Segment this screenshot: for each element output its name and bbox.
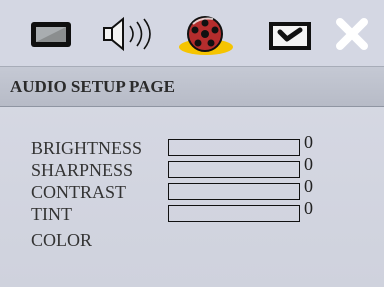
setting-label: COLOR (31, 230, 93, 250)
setting-label: CONTRAST (31, 182, 127, 202)
close-icon[interactable] (330, 14, 374, 54)
setting-label: SHARPNESS (31, 160, 134, 180)
tint-slider[interactable] (168, 205, 300, 222)
setting-value: 0 (304, 132, 313, 152)
page-title: AUDIO SETUP PAGE (10, 77, 175, 96)
setting-value: 0 (304, 176, 313, 196)
contrast-slider[interactable] (168, 183, 300, 200)
toolbar (0, 0, 384, 66)
audio-setup-screen: AUDIO SETUP PAGE BRIGHTNESS 0 SHARPNESS … (0, 0, 384, 287)
display-icon[interactable] (25, 14, 77, 54)
video-reel-icon[interactable] (176, 14, 238, 55)
setting-label: TINT (31, 204, 72, 224)
page-header: AUDIO SETUP PAGE (0, 66, 384, 107)
brightness-slider[interactable] (168, 139, 300, 156)
setting-row-tint[interactable]: TINT 0 (31, 198, 361, 227)
setting-label: BRIGHTNESS (31, 138, 143, 158)
check-icon[interactable] (262, 14, 318, 54)
setting-row-color[interactable]: COLOR (31, 230, 361, 253)
setting-value: 0 (304, 154, 313, 174)
speaker-icon[interactable] (98, 14, 164, 54)
setting-value: 0 (304, 198, 313, 218)
sharpness-slider[interactable] (168, 161, 300, 178)
